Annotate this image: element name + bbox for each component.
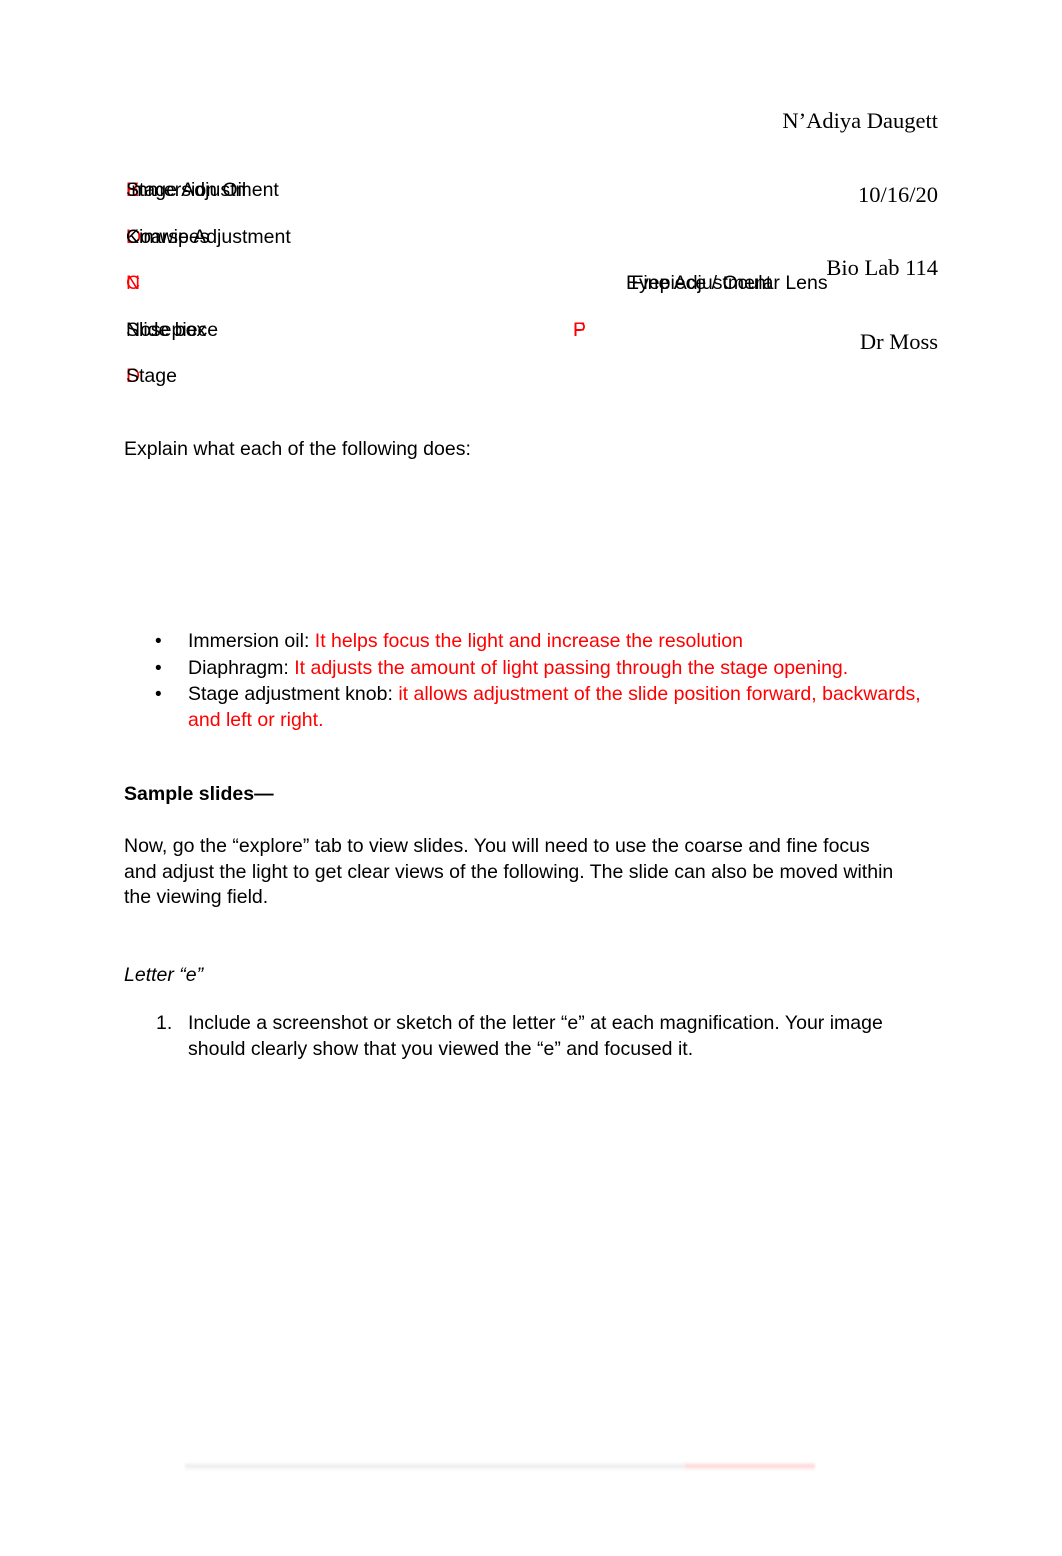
page-break-smudge-red: [685, 1462, 815, 1471]
key-row: F Nosepiece P Slide box: [126, 316, 946, 363]
key-label-right: Stage Adjustment: [126, 179, 279, 201]
bullet-term: Diaphragm:: [188, 656, 295, 679]
list-item: 1. Include a screenshot or sketch of the…: [124, 1011, 942, 1062]
letter-e-numbered-list: 1. Include a screenshot or sketch of the…: [124, 1011, 942, 1062]
bullet-answer: It helps focus the light and increase th…: [314, 630, 743, 652]
page-break-artifact: [185, 1462, 815, 1471]
bullet-marker: •: [155, 631, 162, 652]
bullet-answer: It adjusts the amount of light passing t…: [294, 656, 849, 679]
bullet-term: Immersion oil:: [188, 630, 315, 652]
key-label-right: Slide box: [126, 318, 207, 341]
key-label-left: Stage: [126, 365, 177, 387]
document-page: N’Adiya Daugett 10/16/20 Bio Lab 114 Dr …: [0, 0, 1062, 1556]
explanations-bullet-list: • Immersion oil: It helps focus the ligh…: [124, 629, 942, 734]
page-break-smudge-gray: [185, 1462, 685, 1471]
key-letter-right: N: [126, 272, 141, 294]
list-item: • Diaphragm: It adjusts the amount of li…: [124, 656, 942, 682]
key-row: C Eyepiece / Ocular Lens N Fine Adjustme…: [126, 269, 946, 316]
microscope-parts-key-list: B Immersion Oil E Stage Adjustment O Kim…: [126, 176, 946, 409]
letter-e-heading: Letter “e”: [124, 964, 204, 986]
key-row: O Kimwipes L Coarse Adjustment: [126, 223, 946, 270]
list-item: • Immersion oil: It helps focus the ligh…: [124, 629, 942, 655]
list-item-number: 1.: [156, 1012, 173, 1034]
bullet-marker: •: [155, 684, 162, 705]
sample-slides-instructions: Now, go the “explore” tab to view slides…: [124, 835, 894, 908]
list-item-text: Include a screenshot or sketch of the le…: [188, 1012, 883, 1060]
key-row: B Immersion Oil E Stage Adjustment: [126, 176, 946, 223]
key-letter-right: P: [573, 318, 587, 341]
key-label-right: Fine Adjustment: [626, 272, 772, 294]
list-item: • Stage adjustment knob: it allows adjus…: [124, 682, 942, 733]
header-student-name: N’Adiya Daugett: [782, 108, 938, 133]
key-label-right: Coarse Adjustment: [126, 225, 291, 248]
sample-slides-heading: Sample slides—: [124, 783, 274, 805]
bullet-term: Stage adjustment knob:: [188, 683, 399, 705]
explain-prompt: Explain what each of the following does:: [124, 438, 471, 460]
key-row: D Stage: [126, 362, 946, 409]
bullet-marker: •: [155, 657, 162, 679]
